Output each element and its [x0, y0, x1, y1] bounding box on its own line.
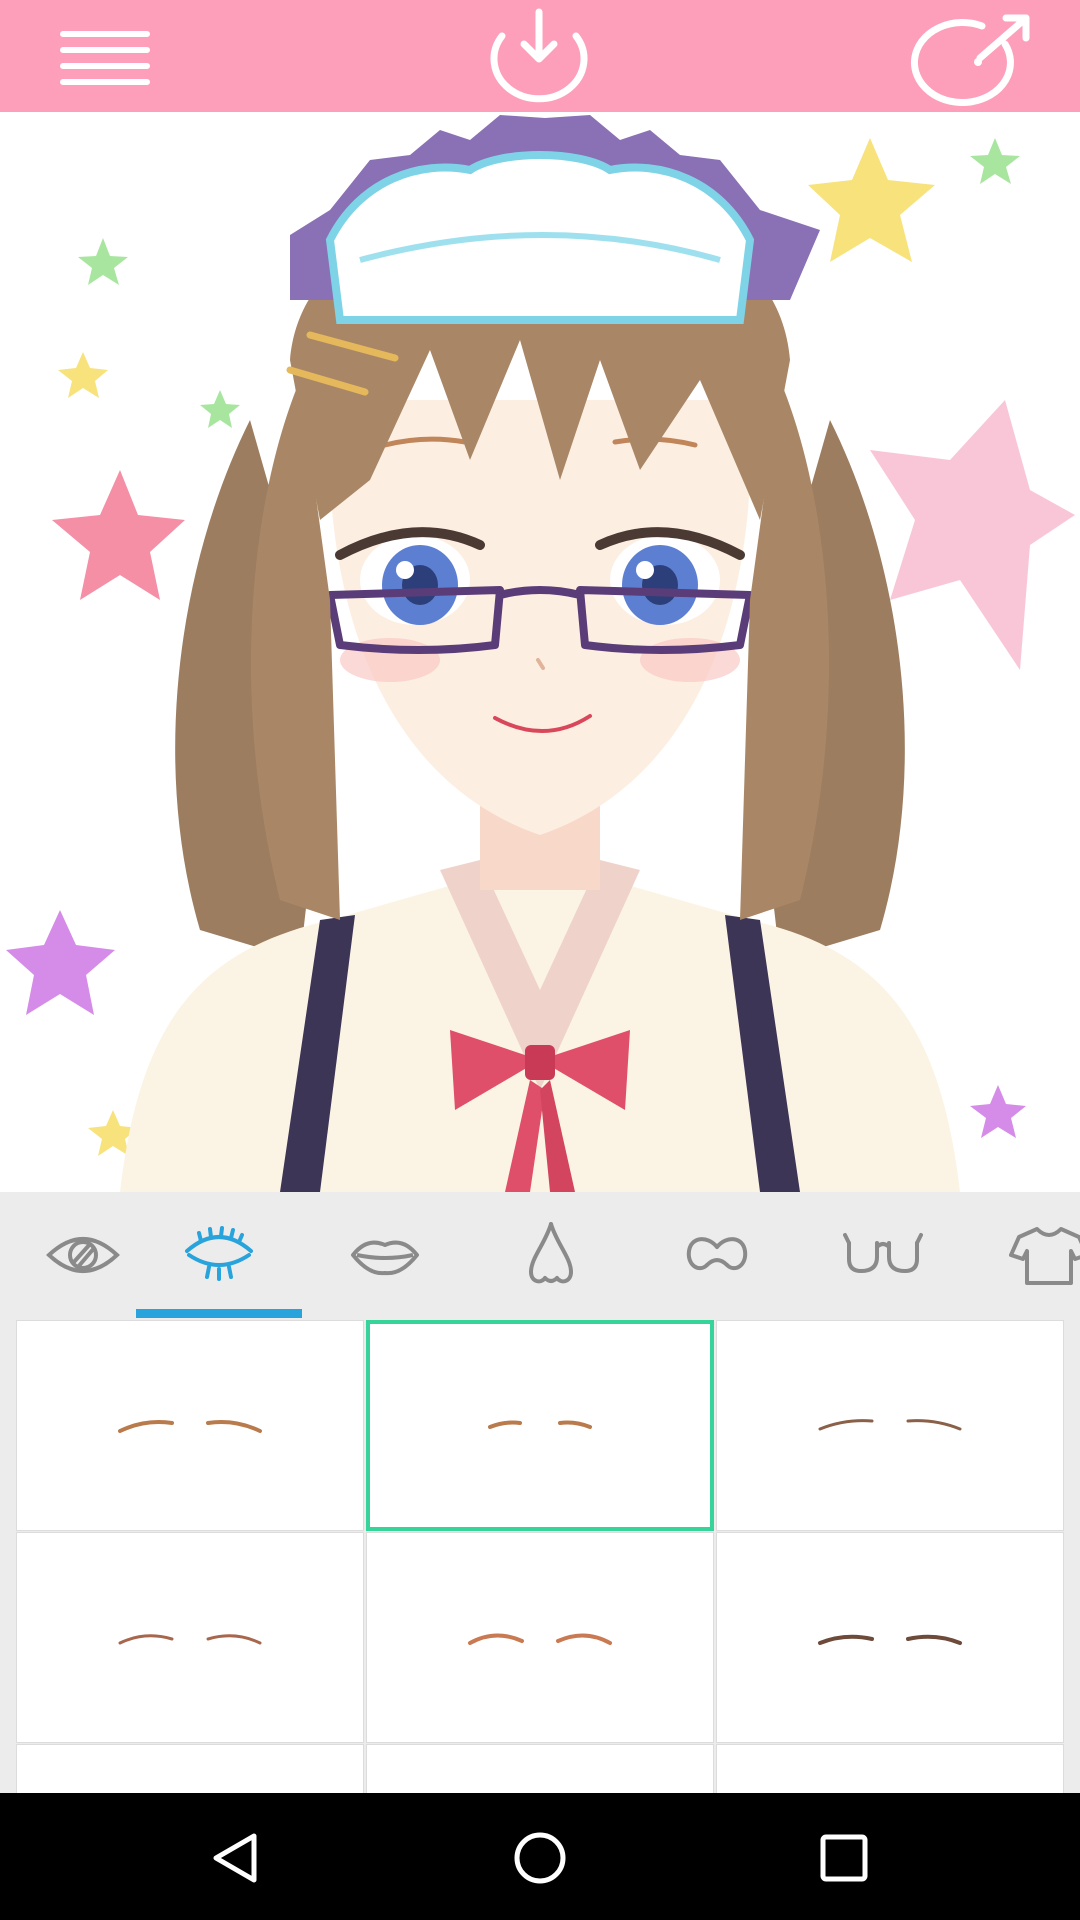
- tab-eyebrows[interactable]: [136, 1192, 302, 1318]
- eyebrow-option-icon: [118, 1419, 262, 1433]
- tab-clothes[interactable]: [966, 1192, 1080, 1318]
- character-preview: [0, 112, 1080, 1192]
- tab-nose[interactable]: [468, 1192, 634, 1318]
- eye-icon: [46, 1237, 120, 1273]
- recent-apps-button[interactable]: [784, 1813, 904, 1903]
- back-button[interactable]: [176, 1813, 296, 1903]
- menu-icon: [60, 31, 150, 85]
- eyebrow-option-4[interactable]: [16, 1532, 364, 1743]
- tab-mouth[interactable]: [302, 1192, 468, 1318]
- eyebrow-option-9[interactable]: [716, 1744, 1064, 1793]
- home-button[interactable]: [480, 1813, 600, 1903]
- eyebrow-option-8[interactable]: [366, 1744, 714, 1793]
- eyebrow-option-2[interactable]: [366, 1320, 714, 1531]
- recent-apps-icon: [820, 1834, 868, 1882]
- mustache-icon: [686, 1237, 748, 1271]
- character-illustration: [6, 115, 1075, 1192]
- share-icon: [911, 14, 1030, 106]
- download-button[interactable]: [474, 6, 604, 106]
- nose-icon: [528, 1222, 574, 1284]
- system-nav-bar: [0, 1793, 1080, 1920]
- eyebrow-option-3[interactable]: [716, 1320, 1064, 1531]
- back-icon: [213, 1833, 257, 1883]
- top-toolbar: [0, 0, 1080, 112]
- active-tab-indicator: [136, 1309, 302, 1318]
- shirt-icon: [1009, 1227, 1080, 1285]
- home-icon: [514, 1832, 566, 1884]
- eyebrow-option-icon: [488, 1420, 592, 1429]
- eyebrow-option-1[interactable]: [16, 1320, 364, 1531]
- category-tabs: [0, 1192, 1080, 1318]
- eyebrow-option-6[interactable]: [716, 1532, 1064, 1743]
- menu-button[interactable]: [40, 6, 170, 106]
- tab-glasses[interactable]: [800, 1192, 966, 1318]
- download-icon: [490, 8, 588, 103]
- eyebrow-option-7[interactable]: [16, 1744, 364, 1793]
- eyebrow-option-icon: [118, 1633, 262, 1644]
- mouth-icon: [351, 1240, 419, 1276]
- glasses-icon: [843, 1233, 923, 1274]
- eyebrow-option-icon: [818, 1634, 962, 1645]
- eyebrow-option-icon: [818, 1418, 962, 1430]
- eyebrow-option-icon: [468, 1633, 612, 1645]
- eyebrow-icon: [185, 1226, 253, 1281]
- share-button[interactable]: [910, 6, 1040, 106]
- eyebrow-option-5[interactable]: [366, 1532, 714, 1743]
- options-panel: [0, 1318, 1080, 1793]
- tab-mustache[interactable]: [634, 1192, 800, 1318]
